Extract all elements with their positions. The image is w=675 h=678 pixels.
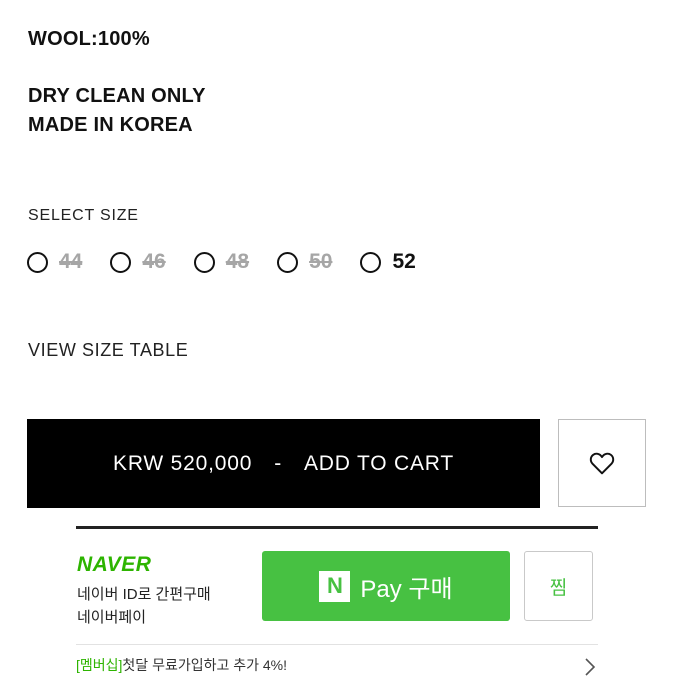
membership-tag: [멤버십] xyxy=(76,657,123,673)
pay-buy-label: Pay 구매 xyxy=(360,575,453,603)
radio-button[interactable] xyxy=(360,251,382,273)
chevron-right-icon[interactable] xyxy=(584,657,596,677)
size-option-52[interactable]: 52 xyxy=(360,250,416,274)
size-options: 44 46 48 50 52 xyxy=(27,250,444,274)
size-option-44[interactable]: 44 xyxy=(27,250,82,274)
care-instructions: DRY CLEAN ONLY xyxy=(28,85,206,107)
size-option-48[interactable]: 48 xyxy=(193,250,250,274)
divider xyxy=(76,644,598,645)
radio-button[interactable] xyxy=(27,251,48,273)
membership-promo-link[interactable]: [멤버십]첫달 무료가입하고 추가 4%! xyxy=(76,655,287,675)
promo-text: 첫달 무료가입하고 추가 4%! xyxy=(122,657,288,673)
size-label: 48 xyxy=(225,250,250,273)
size-option-46[interactable]: 46 xyxy=(110,250,166,274)
add-to-cart-button[interactable]: KRW 520,000 - ADD TO CART xyxy=(27,419,540,508)
zzim-label: 찜 xyxy=(549,577,568,599)
naver-description: 네이버 ID로 간편구매 xyxy=(77,586,211,603)
size-option-50[interactable]: 50 xyxy=(277,250,332,274)
radio-button[interactable] xyxy=(110,251,132,273)
size-label: 46 xyxy=(142,250,166,273)
size-label: 50 xyxy=(309,250,333,273)
radio-button[interactable] xyxy=(193,251,215,273)
heart-icon xyxy=(589,452,615,475)
zzim-button[interactable]: 찜 xyxy=(524,551,593,621)
price-label: KRW 520,000 xyxy=(113,451,253,475)
country-of-origin: MADE IN KOREA xyxy=(28,114,193,136)
naver-pay-buy-button[interactable]: N Pay 구매 xyxy=(262,551,510,621)
size-label: 52 xyxy=(392,250,416,273)
naver-pay-label: 네이버페이 xyxy=(77,609,147,626)
price-separator: - xyxy=(274,451,282,475)
naver-pay-section: NAVER 네이버 ID로 간편구매 네이버페이 N Pay 구매 찜 [멤버십… xyxy=(76,526,598,678)
material-info: WOOL:100% xyxy=(28,28,150,50)
wishlist-button[interactable] xyxy=(558,419,646,507)
view-size-table-link[interactable]: VIEW SIZE TABLE xyxy=(28,340,188,361)
radio-button[interactable] xyxy=(277,251,299,273)
select-size-label: SELECT SIZE xyxy=(28,207,139,224)
size-label: 44 xyxy=(59,250,83,273)
add-to-cart-label: ADD TO CART xyxy=(303,451,454,475)
naver-n-icon: N xyxy=(319,570,351,602)
naver-logo: NAVER xyxy=(77,553,152,576)
